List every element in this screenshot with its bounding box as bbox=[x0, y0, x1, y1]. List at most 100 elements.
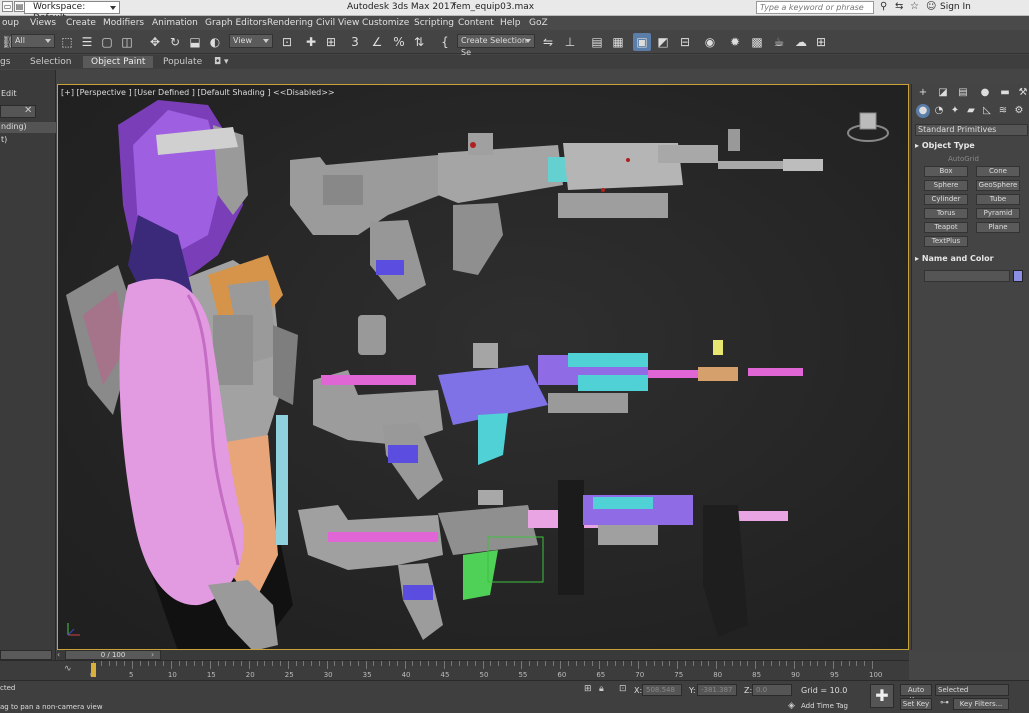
scene-explorer-icon[interactable]: ▤ bbox=[588, 33, 606, 51]
menu-item-group[interactable]: oup bbox=[2, 18, 19, 28]
move-icon[interactable]: ✥ bbox=[146, 33, 164, 51]
curve-editor-icon[interactable]: ◩ bbox=[654, 33, 672, 51]
menu-item-scripting[interactable]: Scripting bbox=[414, 18, 454, 28]
menu-item-help[interactable]: Help bbox=[500, 18, 521, 28]
time-cursor[interactable] bbox=[91, 663, 96, 677]
snaps-toggle-icon[interactable]: 3 bbox=[346, 33, 364, 51]
viewcube-icon[interactable] bbox=[845, 105, 891, 145]
cone-button[interactable]: Cone bbox=[976, 166, 1020, 177]
next-arrow-icon[interactable]: › bbox=[151, 650, 154, 659]
spacewarps-icon[interactable]: ≋ bbox=[996, 104, 1010, 118]
edit-named-selection-icon[interactable]: { bbox=[436, 33, 454, 51]
render-cloud-icon[interactable]: ☁ bbox=[792, 33, 810, 51]
menu-item-content[interactable]: Content bbox=[458, 18, 494, 28]
name-and-color-rollout[interactable]: ▸ Name and Color bbox=[915, 254, 1028, 263]
set-key-button[interactable]: Set Key bbox=[900, 698, 932, 710]
isolate-icon[interactable]: ⊞ bbox=[584, 684, 592, 694]
close-icon[interactable]: ✕ bbox=[24, 105, 32, 116]
percent-snap-icon[interactable]: % bbox=[390, 33, 408, 51]
graphite-toolbar-icon[interactable]: ▣ bbox=[633, 33, 651, 51]
left-scroll-field[interactable] bbox=[0, 650, 52, 660]
track-bar[interactable]: ∿ 05101520253035404550556065707580859095… bbox=[0, 660, 909, 680]
cylinder-button[interactable]: Cylinder bbox=[924, 194, 968, 205]
app-menu-icon[interactable]: ▭ bbox=[2, 1, 13, 12]
select-object-icon[interactable]: ⬚ bbox=[58, 33, 76, 51]
ribbon-options-icon[interactable]: ◘ ▾ bbox=[214, 57, 229, 67]
spinner-snap-icon[interactable]: ⇅ bbox=[410, 33, 428, 51]
menu-item-animation[interactable]: Animation bbox=[152, 18, 198, 28]
create-tab-icon[interactable]: + bbox=[916, 86, 930, 100]
primitive-type-dropdown[interactable]: Standard Primitives bbox=[915, 124, 1028, 136]
teapot-button[interactable]: Teapot bbox=[924, 222, 968, 233]
systems-icon[interactable]: ⚙ bbox=[1012, 104, 1026, 118]
render-setup-icon[interactable]: ✹ bbox=[726, 33, 744, 51]
render-production-icon[interactable]: ☕ bbox=[770, 33, 788, 51]
time-tag-icon[interactable]: ◈ bbox=[788, 701, 795, 711]
menu-item-views[interactable]: Views bbox=[30, 18, 56, 28]
mini-curve-icon[interactable]: ∿ bbox=[64, 664, 72, 674]
select-by-name-icon[interactable]: ☰ bbox=[78, 33, 96, 51]
transform-mode-icon[interactable]: ⊡ bbox=[619, 684, 627, 694]
search-input[interactable]: Type a keyword or phrase bbox=[756, 1, 874, 14]
schematic-view-icon[interactable]: ⊟ bbox=[676, 33, 694, 51]
modify-tab-icon[interactable]: ◪ bbox=[936, 86, 950, 100]
selection-filter-dropdown[interactable]: All bbox=[11, 34, 55, 48]
render-grid-icon[interactable]: ⊞ bbox=[812, 33, 830, 51]
hierarchy-tab-icon[interactable]: ▤ bbox=[956, 86, 970, 100]
user-icon[interactable]: ☺ bbox=[926, 1, 936, 12]
placement-icon[interactable]: ◐ bbox=[206, 33, 224, 51]
material-editor-icon[interactable]: ◉ bbox=[701, 33, 719, 51]
tab-object-paint[interactable]: Object Paint bbox=[83, 56, 154, 68]
tab-populate[interactable]: Populate bbox=[163, 57, 202, 67]
time-slider[interactable]: 0 / 100 bbox=[65, 650, 161, 660]
keyboard-shortcut-icon[interactable]: ⊞ bbox=[322, 33, 340, 51]
object-type-rollout[interactable]: ▸ Object Type bbox=[915, 141, 1028, 150]
object-color-swatch[interactable] bbox=[1013, 270, 1023, 282]
cameras-icon[interactable]: ▰ bbox=[964, 104, 978, 118]
explorer-edit-label[interactable]: Edit bbox=[0, 89, 56, 100]
box-button[interactable]: Box bbox=[924, 166, 968, 177]
named-selection-dropdown[interactable]: Create Selection Se bbox=[457, 34, 535, 57]
auto-key-button[interactable]: Auto Key bbox=[900, 684, 932, 704]
viewport-label[interactable]: [+] [Perspective ] [User Defined ] [Defa… bbox=[61, 88, 335, 97]
scale-icon[interactable]: ⬓ bbox=[186, 33, 204, 51]
star-icon[interactable]: ☆ bbox=[910, 1, 919, 12]
window-crossing-icon[interactable]: ◫ bbox=[118, 33, 136, 51]
plane-button[interactable]: Plane bbox=[976, 222, 1020, 233]
angle-snap-icon[interactable]: ∠ bbox=[368, 33, 386, 51]
object-name-field[interactable] bbox=[924, 270, 1010, 282]
lock-icon[interactable]: 🔒︎ bbox=[599, 684, 604, 694]
sphere-button[interactable]: Sphere bbox=[924, 180, 968, 191]
menu-item-rendering[interactable]: Rendering bbox=[267, 18, 313, 28]
workspace-dropdown[interactable]: Workspace: Default bbox=[24, 1, 120, 23]
rendered-frame-icon[interactable]: ▩ bbox=[748, 33, 766, 51]
perspective-viewport[interactable]: [+] [Perspective ] [User Defined ] [Defa… bbox=[57, 84, 909, 650]
pivot-icon[interactable]: ⊡ bbox=[278, 33, 296, 51]
key-mode-icon[interactable]: ⊶ bbox=[940, 698, 949, 708]
menu-item-create[interactable]: Create bbox=[66, 18, 96, 28]
reference-coordinate-dropdown[interactable]: View bbox=[229, 34, 273, 48]
key-filters-button[interactable]: Key Filters... bbox=[953, 698, 1009, 710]
tab-modeling[interactable]: gs bbox=[0, 57, 10, 67]
geometry-icon[interactable]: ● bbox=[916, 104, 930, 118]
menu-item-customize[interactable]: Customize bbox=[362, 18, 409, 28]
set-keys-icon[interactable]: ✚ bbox=[870, 684, 894, 708]
mirror-icon[interactable]: ⇋ bbox=[539, 33, 557, 51]
menu-item-graph-editors[interactable]: Graph Editors bbox=[205, 18, 267, 28]
autogrid-checkbox[interactable]: AutoGrid bbox=[948, 155, 979, 163]
helpers-icon[interactable]: ◺ bbox=[980, 104, 994, 118]
select-manipulate-icon[interactable]: ✚ bbox=[302, 33, 320, 51]
torus-button[interactable]: Torus bbox=[924, 208, 968, 219]
rotate-icon[interactable]: ↻ bbox=[166, 33, 184, 51]
search-icon[interactable]: ⚲ bbox=[880, 1, 887, 12]
sign-in-link[interactable]: Sign In bbox=[940, 2, 971, 12]
shapes-icon[interactable]: ◔ bbox=[932, 104, 946, 118]
key-selection-dropdown[interactable]: Selected bbox=[935, 684, 1009, 696]
lights-icon[interactable]: ✦ bbox=[948, 104, 962, 118]
exchange-icon[interactable]: ⇆ bbox=[895, 1, 903, 12]
explorer-item[interactable]: nding) bbox=[0, 122, 56, 133]
explorer-item[interactable]: t) bbox=[0, 135, 56, 146]
pyramid-button[interactable]: Pyramid bbox=[976, 208, 1020, 219]
layer-explorer-icon[interactable]: ▦ bbox=[609, 33, 627, 51]
rect-selection-icon[interactable]: ▢ bbox=[98, 33, 116, 51]
